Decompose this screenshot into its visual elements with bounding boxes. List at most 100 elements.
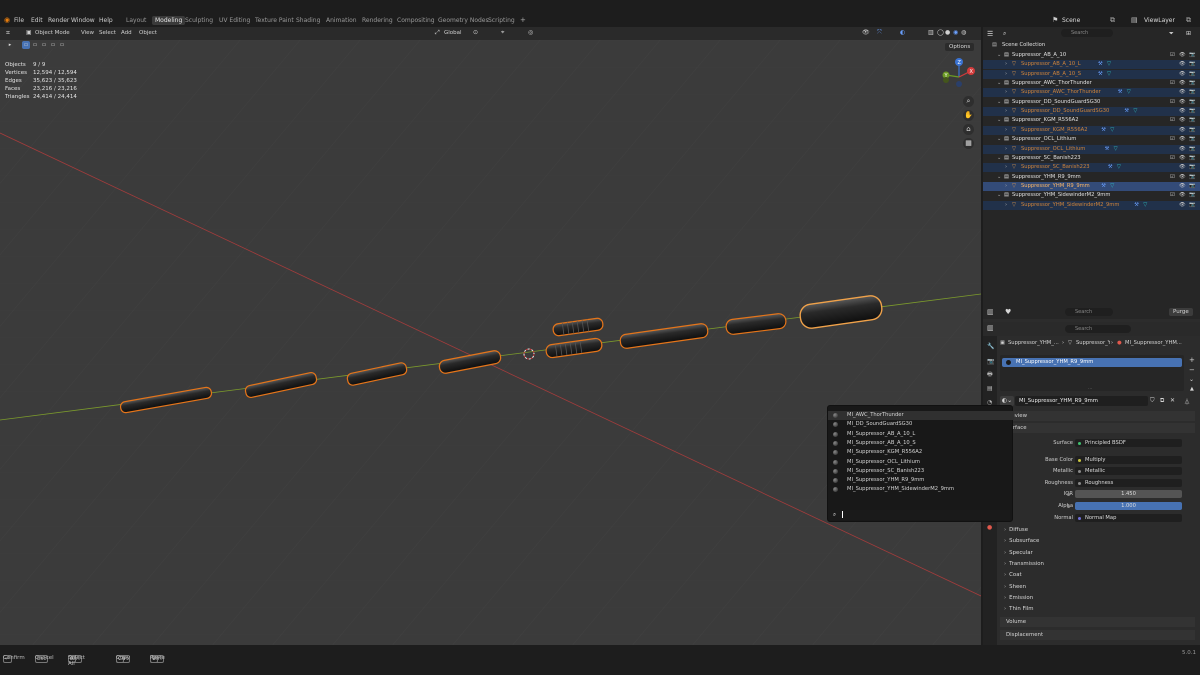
perspective-toggle-icon[interactable]: ▦ [963, 138, 974, 149]
exclude-checkbox-icon[interactable]: ☑ [1170, 79, 1175, 88]
outliner-collection-row[interactable]: ⌄ ▤ Suppressor_YHM_SidewinderM2_9mm ☑ 👁 📷 [983, 191, 1200, 200]
hide-in-viewport-icon[interactable]: 👁 [1179, 135, 1186, 144]
disable-render-icon[interactable]: 📷 [1189, 173, 1195, 182]
outliner-collection-row[interactable]: ⌄ ▤ Suppressor_DD_SoundGuardSG30 ☑ 👁 📷 [983, 98, 1200, 107]
workspace-tab-texture-paint[interactable]: Texture Paint [255, 17, 294, 24]
menu-window[interactable]: Window [71, 17, 95, 24]
add-workspace-button[interactable]: + [520, 16, 526, 24]
hide-in-viewport-icon[interactable]: 👁 [1179, 182, 1186, 191]
hide-in-viewport-icon[interactable]: 👁 [1179, 191, 1186, 200]
displacement-panel-header[interactable]: Displacement [1000, 630, 1195, 640]
purge-button[interactable]: Purge [1169, 308, 1193, 316]
collapse-chevron-icon[interactable]: ⌄ [997, 116, 1001, 125]
outliner-object-row[interactable]: › ▽ Suppressor_AB_A_10_S ⚒ ▽ 👁 📷 [983, 69, 1200, 79]
material-tab-icon[interactable]: ● [987, 524, 994, 531]
exclude-checkbox-icon[interactable]: ☑ [1170, 173, 1175, 182]
duplicate-material-icon[interactable]: ⧉ [1160, 397, 1164, 405]
hide-in-viewport-icon[interactable]: 👁 [1179, 60, 1186, 69]
outliner-editor-icon[interactable]: ☰ [987, 30, 993, 38]
expand-chevron-icon[interactable]: › [1005, 88, 1007, 97]
subpanel-coat[interactable]: › Coat [1004, 572, 1022, 578]
shading-wireframe-icon[interactable]: ◯ [937, 29, 944, 36]
options-button[interactable]: Options [945, 43, 975, 51]
dropdown-material-item[interactable]: MI_Suppressor_AB_A_10_S [828, 439, 1014, 448]
fake-user-icon[interactable]: ⛉ [1150, 397, 1155, 405]
dropdown-search-field[interactable]: ⌕ [830, 510, 1010, 520]
hide-in-viewport-icon[interactable]: 👁 [1179, 79, 1186, 88]
hide-in-viewport-icon[interactable]: 👁 [1179, 173, 1186, 182]
subpanel-emission[interactable]: › Emission [1004, 595, 1033, 601]
view-layer-tab-icon[interactable]: ▤ [987, 385, 994, 392]
subpanel-thin-film[interactable]: › Thin Film [1004, 606, 1033, 612]
disable-render-icon[interactable]: 📷 [1189, 182, 1195, 191]
object-menu[interactable]: Object [139, 30, 157, 36]
select-intersect-icon[interactable]: ▭ [58, 41, 66, 49]
properties-type-icon[interactable]: ▥ [987, 324, 994, 332]
editor-type-icon[interactable]: ⌗ [6, 29, 10, 38]
node-link-icon[interactable]: ⏃ [1184, 397, 1190, 406]
dropdown-material-item[interactable]: MI_DD_SoundGuardSG30 [828, 420, 1014, 429]
add-slot-icon[interactable]: + [1189, 356, 1195, 364]
collapse-chevron-icon[interactable]: ⌄ [997, 98, 1001, 107]
exclude-checkbox-icon[interactable]: ☑ [1170, 98, 1175, 107]
pan-icon[interactable]: ✋ [963, 110, 974, 121]
outliner-object-row[interactable]: › ▽ Suppressor_YHM_SidewinderM2_9mm ⚒ ▽ 👁 📷 [983, 200, 1200, 210]
outliner-object-row[interactable]: › ▽ Suppressor_SC_Banish223 ⚒ ▽ 👁 📷 [983, 163, 1200, 173]
hide-in-viewport-icon[interactable]: 👁 [1179, 163, 1186, 172]
disable-render-icon[interactable]: 📷 [1189, 135, 1195, 144]
outliner-filter-icon[interactable]: ⌕ [1003, 30, 1006, 38]
select-tool-icon[interactable]: ▸ [6, 41, 14, 49]
outliner-object-row[interactable]: › ▽ Suppressor_OCL_Lithium ⚒ ▽ 👁 📷 [983, 144, 1200, 154]
workspace-tab-modeling[interactable]: Modeling [152, 16, 186, 25]
outliner-collection-row[interactable]: ⌄ ▤ Suppressor_KGM_R556A2 ☑ 👁 📷 [983, 116, 1200, 125]
outliner-object-row[interactable]: › ▽ Suppressor_DD_SoundGuardSG30 ⚒ ▽ 👁 📷 [983, 107, 1200, 117]
hide-in-viewport-icon[interactable]: 👁 [1179, 88, 1186, 97]
property-field-base-color[interactable]: Multiply [1075, 456, 1182, 464]
list-resize-handle-icon[interactable]: ⋯ [1088, 386, 1092, 391]
outliner-object-row[interactable]: › ▽ Suppressor_AB_A_10_L ⚒ ▽ 👁 📷 [983, 60, 1200, 70]
dropdown-material-item[interactable]: MI_AWC_ThorThunder [828, 411, 1014, 420]
exclude-checkbox-icon[interactable]: ☑ [1170, 154, 1175, 163]
subpanel-sheen[interactable]: › Sheen [1004, 584, 1026, 590]
expand-chevron-icon[interactable]: › [1005, 163, 1007, 172]
mode-selector[interactable]: Object Mode [35, 30, 70, 36]
collapse-chevron-icon[interactable]: ⌄ [997, 79, 1001, 88]
workspace-tab-uv-editing[interactable]: UV Editing [219, 17, 250, 24]
volume-panel-header[interactable]: Volume [1000, 617, 1195, 627]
expand-chevron-icon[interactable]: › [1005, 145, 1007, 154]
disable-render-icon[interactable]: 📷 [1189, 126, 1195, 135]
workspace-tab-scripting[interactable]: Scripting [488, 17, 515, 24]
blender-logo-icon[interactable]: ◉ [4, 16, 10, 24]
xray-toggle-icon[interactable]: ▥ [928, 29, 934, 36]
menu-help[interactable]: Help [99, 17, 113, 24]
dropdown-material-item[interactable]: MI_Suppressor_AB_A_10_L [828, 430, 1014, 439]
hide-in-viewport-icon[interactable]: 👁 [1179, 98, 1186, 107]
shading-rendered-icon[interactable]: ◍ [961, 29, 966, 36]
gizmo-toggle-icon[interactable]: ⤧ [877, 29, 882, 37]
hide-in-viewport-icon[interactable]: 👁 [1179, 154, 1186, 163]
exclude-checkbox-icon[interactable]: ☑ [1170, 51, 1175, 60]
hide-in-viewport-icon[interactable]: 👁 [1179, 107, 1186, 116]
disable-render-icon[interactable]: 📷 [1189, 163, 1195, 172]
collapse-chevron-icon[interactable]: ⌄ [997, 154, 1001, 163]
collapse-chevron-icon[interactable]: ⌄ [997, 51, 1001, 60]
disable-render-icon[interactable]: 📷 [1189, 51, 1195, 60]
orientation-selector[interactable]: Global [444, 30, 462, 36]
workspace-tab-shading[interactable]: Shading [296, 17, 320, 24]
select-extend-icon[interactable]: ▭ [31, 41, 39, 49]
outliner-collection-row[interactable]: ⌄ ▤ Suppressor_AWC_ThorThunder ☑ 👁 📷 [983, 79, 1200, 88]
dropdown-material-item[interactable]: MI_Suppressor_YHM_R9_9mm [828, 476, 1014, 485]
disable-render-icon[interactable]: 📷 [1189, 201, 1195, 210]
workspace-tab-rendering[interactable]: Rendering [362, 17, 393, 24]
disable-render-icon[interactable]: 📷 [1189, 191, 1195, 200]
unlink-material-icon[interactable]: ✕ [1170, 397, 1175, 404]
outliner-scene-collection[interactable]: ▤ Scene Collection [983, 41, 1200, 50]
move-slot-up-icon[interactable]: ▲ [1190, 386, 1194, 392]
property-field-surface[interactable]: Principled BSDF [1075, 439, 1182, 447]
disable-render-icon[interactable]: 📷 [1189, 70, 1195, 79]
subpanel-specular[interactable]: › Specular [1004, 550, 1033, 556]
pivot-icon[interactable]: ⊙ [473, 29, 478, 36]
slot-specials-icon[interactable]: ⌄ [1189, 376, 1194, 383]
property-field-alpha[interactable]: 1.000 [1067, 502, 1182, 510]
new-scene-icon[interactable]: ⧉ [1110, 16, 1115, 25]
